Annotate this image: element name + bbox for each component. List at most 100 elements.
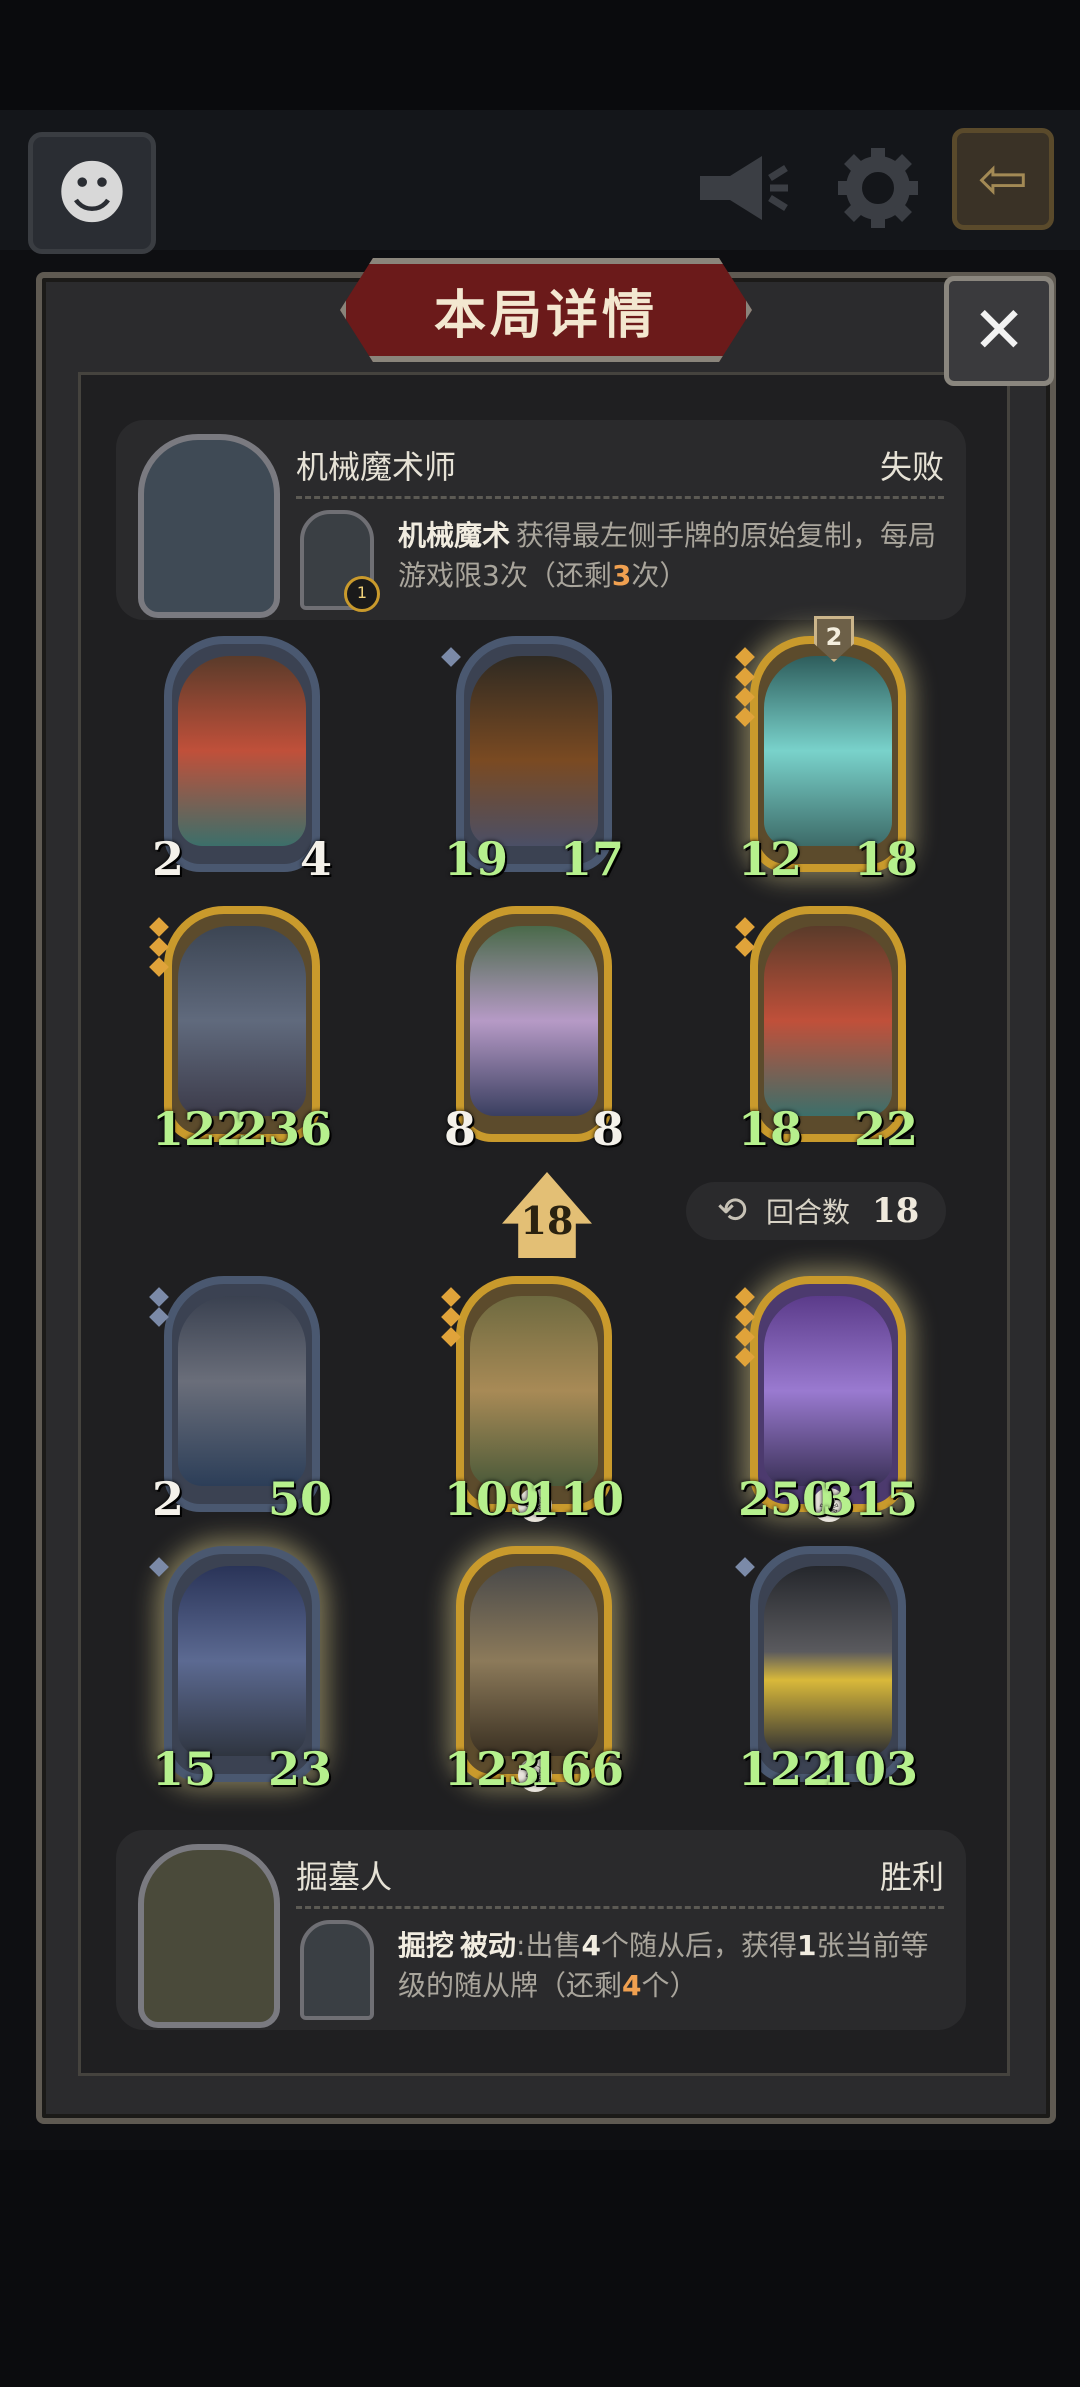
tier-marks <box>735 1557 756 1577</box>
rounds-pill: ⟲ 回合数 18 <box>686 1182 946 1240</box>
attack-value: 2 <box>139 831 205 895</box>
tier-marks <box>441 647 462 667</box>
attack-value: 122 <box>738 1742 835 1796</box>
opponent-minion-3[interactable]: 2 12 18 <box>735 616 918 886</box>
tier-marks <box>735 1287 756 1367</box>
health-value: 110 <box>527 1472 624 1526</box>
health-value: 18 <box>853 832 918 886</box>
health-value: 315 <box>821 1472 918 1526</box>
hero-power-icon[interactable]: 1 <box>300 510 380 612</box>
tier-marks <box>149 1557 170 1577</box>
attack-value: 15 <box>152 1742 217 1796</box>
opponent-card: 机械魔术师 失败 1 机械魔术 获得最左侧手牌的原始复制，每局游戏限3次（还剩3次… <box>116 420 966 620</box>
health-value: 17 <box>559 832 624 886</box>
player-ability-text: 掘挖 被动:出售4个随从后，获得1张当前等级的随从牌（还剩4个） <box>398 1926 946 2006</box>
ability-desc: 次） <box>631 559 688 592</box>
player-minion-2[interactable]: ☠ 109 110 <box>441 1276 624 1526</box>
attack-value: 12 <box>738 832 803 886</box>
tier-marks <box>149 917 170 977</box>
ability-desc: :出售 <box>516 1929 582 1962</box>
gear-icon[interactable] <box>828 138 928 238</box>
tavern-tier-value: 18 <box>520 1197 574 1243</box>
hero-level-badge: 1 <box>344 576 380 612</box>
opponent-ability-text: 机械魔术 获得最左侧手牌的原始复制，每局游戏限3次（还剩3次） <box>398 516 946 596</box>
opponent-portrait[interactable] <box>138 434 280 618</box>
title-banner: 本局详情 <box>340 258 752 362</box>
player-minion-3[interactable]: ☠ 250 315 <box>735 1276 918 1526</box>
player-result: 胜利 <box>879 1858 944 1896</box>
opponent-minion-2[interactable]: 19 17 <box>441 636 624 886</box>
opponent-name: 机械魔术师 <box>296 448 457 486</box>
rounds-value: 18 <box>872 1191 920 1231</box>
hero-power-icon[interactable] <box>300 1920 374 2020</box>
ability-name: 机械魔术 <box>398 519 511 552</box>
attack-value: 123 <box>444 1742 541 1796</box>
player-minion-5[interactable]: ☠ 123 166 <box>444 1546 624 1796</box>
health-value: 8 <box>579 1101 645 1165</box>
sell-count: 4 <box>581 1929 601 1962</box>
player-minion-6[interactable]: 122 103 <box>735 1546 918 1796</box>
player-name: 掘墓人 <box>296 1858 393 1896</box>
ability-tag: 被动 <box>460 1929 517 1962</box>
close-icon: ✕ <box>972 294 1026 368</box>
attack-value: 2 <box>139 1471 205 1535</box>
ability-remaining: 3 <box>611 559 632 592</box>
ability-desc: 次（还剩 <box>499 559 612 592</box>
minion-art <box>764 1566 892 1756</box>
health-value: 50 <box>267 1472 332 1526</box>
tier-marks <box>735 917 756 957</box>
avatar-icon: ☻ <box>55 152 129 234</box>
ability-desc: 个随从后，获得 <box>600 1929 797 1962</box>
health-value: 236 <box>235 1102 332 1156</box>
exit-icon[interactable]: ⇦ <box>952 128 1054 230</box>
tier-marks <box>735 647 756 727</box>
opponent-minion-4[interactable]: 122 236 <box>149 906 332 1156</box>
ability-name: 掘挖 <box>398 1929 455 1962</box>
background-bottom <box>0 2150 1080 2387</box>
divider <box>296 1906 944 1909</box>
health-value: 166 <box>527 1742 624 1796</box>
health-value: 103 <box>821 1742 918 1796</box>
attack-value: 8 <box>431 1101 497 1165</box>
minion-art <box>764 1296 892 1486</box>
opponent-result: 失败 <box>879 448 944 486</box>
card-count: 1 <box>796 1929 817 1962</box>
top-status-area <box>0 0 1080 110</box>
minion-art <box>470 926 598 1116</box>
minion-art <box>764 656 892 846</box>
minion-art <box>178 1296 306 1486</box>
close-button[interactable]: ✕ <box>944 276 1054 386</box>
player-minion-1[interactable]: 2 50 <box>139 1276 332 1535</box>
health-value: 22 <box>853 1102 918 1156</box>
rounds-label: 回合数 <box>766 1196 851 1229</box>
attack-value: 19 <box>444 832 509 886</box>
minion-art <box>470 656 598 846</box>
minion-art <box>178 926 306 1116</box>
tier-marks <box>149 1287 170 1327</box>
attack-value: 18 <box>738 1102 803 1156</box>
minion-art <box>470 1296 598 1486</box>
opponent-minion-6[interactable]: 18 22 <box>735 906 918 1156</box>
player-portrait[interactable] <box>138 1844 280 2028</box>
ability-remaining: 4 <box>622 1969 642 2002</box>
health-value: 4 <box>287 831 353 895</box>
ability-limit: 3 <box>482 559 500 592</box>
minion-art <box>764 926 892 1116</box>
divider <box>296 496 944 499</box>
page-title: 本局详情 <box>433 285 658 346</box>
health-value: 23 <box>267 1742 332 1796</box>
opponent-minion-5[interactable]: 8 8 <box>431 906 645 1165</box>
opponent-minion-1[interactable]: 2 4 <box>139 636 353 895</box>
player-card: 掘墓人 胜利 掘挖 被动:出售4个随从后，获得1张当前等级的随从牌（还剩4个） <box>116 1830 966 2030</box>
refresh-icon: ⟲ <box>716 1190 748 1231</box>
player-avatar-button[interactable]: ☻ <box>28 132 156 254</box>
tier-marks <box>441 1287 462 1347</box>
attack-value: 250 <box>738 1472 835 1526</box>
player-minion-4[interactable]: 15 23 <box>149 1546 332 1796</box>
minion-art <box>178 656 306 846</box>
attack-value: 109 <box>444 1472 541 1526</box>
minion-art <box>470 1566 598 1756</box>
ability-desc: 个） <box>641 1969 698 2002</box>
attack-value: 122 <box>152 1102 249 1156</box>
megaphone-icon[interactable] <box>690 138 790 238</box>
